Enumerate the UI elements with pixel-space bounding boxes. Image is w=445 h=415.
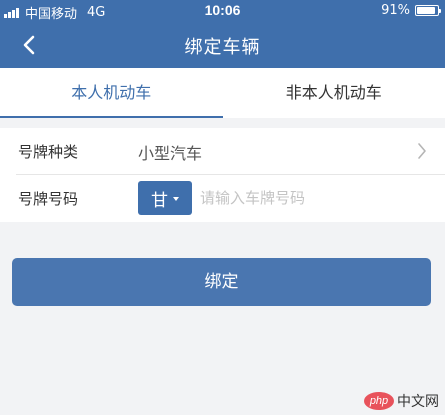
plate-number-input[interactable]: [200, 183, 430, 213]
province-value: 甘: [151, 190, 168, 211]
chevron-right-icon: [418, 143, 426, 159]
vehicle-form: 号牌种类 小型汽车 号牌号码 甘: [0, 128, 445, 222]
page-title: 绑定车辆: [184, 37, 261, 58]
plate-number-row: 号牌号码 甘: [0, 175, 445, 222]
plate-type-row[interactable]: 号牌种类 小型汽车: [0, 128, 445, 175]
tab-own-vehicle[interactable]: 本人机动车: [0, 68, 223, 118]
battery-fill: [417, 7, 436, 14]
battery-icon: [415, 5, 441, 16]
tab-bar: 本人机动车 非本人机动车: [0, 68, 445, 118]
tab-other-vehicle[interactable]: 非本人机动车: [223, 68, 445, 118]
battery-percent: 91%: [381, 3, 410, 18]
plate-type-label: 号牌种类: [18, 143, 79, 161]
bind-button[interactable]: 绑定: [12, 258, 431, 306]
caret-down-icon: [173, 197, 179, 201]
plate-type-value: 小型汽车: [138, 143, 203, 163]
nav-bar: 绑定车辆: [0, 22, 445, 68]
status-bar: 中国移动 4G 10:06 91%: [0, 0, 445, 22]
plate-number-label: 号牌号码: [18, 190, 79, 208]
status-right: 91%: [381, 3, 441, 18]
watermark: php 中文网: [364, 391, 439, 411]
status-time: 10:06: [204, 2, 241, 18]
province-select[interactable]: 甘: [138, 181, 192, 215]
watermark-text: 中文网: [397, 394, 439, 410]
watermark-logo: php: [364, 392, 394, 410]
